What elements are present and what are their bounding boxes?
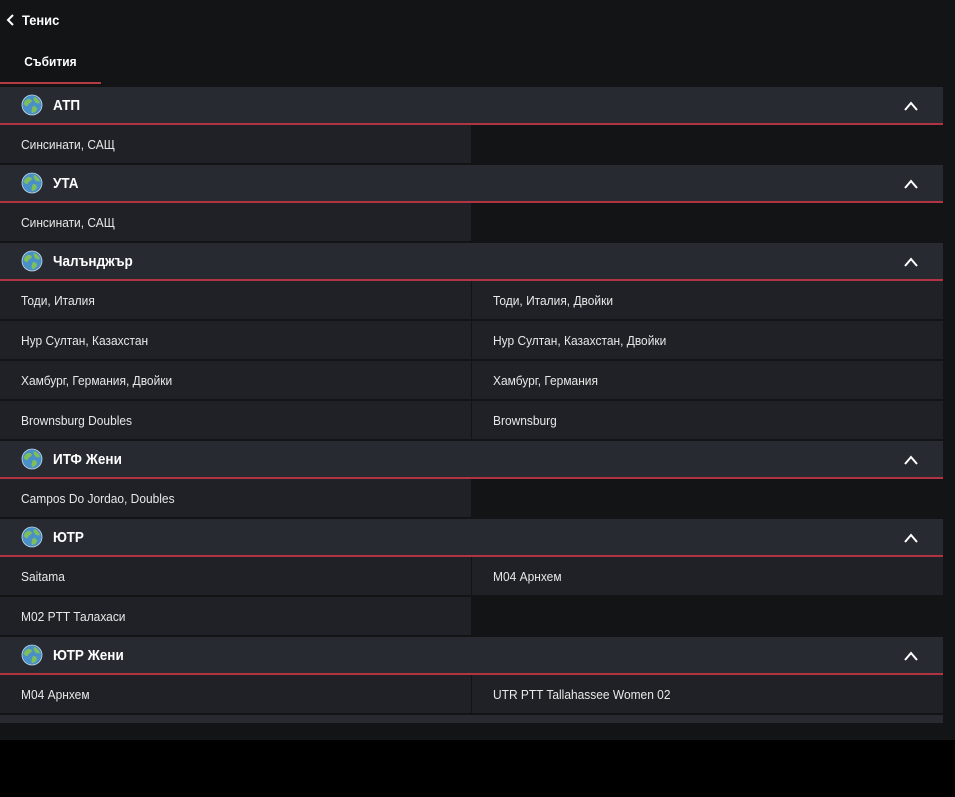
- chevron-up-icon[interactable]: [903, 649, 919, 661]
- event-link[interactable]: Brownsburg Doubles: [0, 401, 471, 441]
- event-label: UTR PTT Tallahassee Women 02: [493, 686, 671, 702]
- tab-label: Събития: [24, 53, 77, 69]
- event-label: M04 Арнхем: [21, 686, 90, 702]
- event-link[interactable]: M04 Арнхем: [0, 675, 471, 715]
- event-label: Brownsburg: [493, 412, 557, 428]
- tab-bar: Събития: [0, 40, 955, 84]
- globe-icon: [21, 644, 43, 666]
- empty-cell: [472, 479, 943, 519]
- event-label: M04 Арнхем: [493, 568, 562, 584]
- event-link[interactable]: Синсинати, САЩ: [0, 203, 471, 243]
- globe-icon: [21, 526, 43, 548]
- event-link[interactable]: Синсинати, САЩ: [0, 125, 471, 165]
- globe-icon: [21, 448, 43, 470]
- chevron-up-icon[interactable]: [903, 177, 919, 189]
- section-rows: M04 Арнхем UTR PTT Tallahassee Women 02: [0, 675, 943, 715]
- event-label: Хамбург, Германия, Двойки: [21, 372, 173, 388]
- event-label: Campos Do Jordao, Doubles: [21, 490, 175, 506]
- section-rows: Campos Do Jordao, Doubles: [0, 479, 943, 519]
- event-label: Тоди, Италия, Двойки: [493, 292, 614, 308]
- event-link[interactable]: Brownsburg: [472, 401, 943, 441]
- section-title: ЮТР: [53, 528, 84, 546]
- globe-icon: [21, 172, 43, 194]
- event-label: Тоди, Италия: [21, 292, 95, 308]
- event-link[interactable]: M04 Арнхем: [472, 557, 943, 597]
- top-bar: Тенис: [0, 0, 955, 40]
- event-link[interactable]: UTR PTT Tallahassee Women 02: [472, 675, 943, 715]
- section-title: ИТФ Жени: [53, 450, 122, 468]
- globe-icon: [21, 250, 43, 272]
- event-label: Синсинати, САЩ: [21, 214, 115, 230]
- event-label: Нур Султан, Казахстан, Двойки: [493, 332, 667, 348]
- empty-cell: [472, 203, 943, 243]
- chevron-left-icon[interactable]: [4, 13, 18, 27]
- next-section-edge: [0, 715, 943, 723]
- section-rows: Синсинати, САЩ: [0, 203, 943, 243]
- event-label: Синсинати, САЩ: [21, 136, 115, 152]
- chevron-up-icon[interactable]: [903, 99, 919, 111]
- event-link[interactable]: Нур Султан, Казахстан: [0, 321, 471, 361]
- event-link[interactable]: M02 PTT Талахаси: [0, 597, 471, 637]
- section-header[interactable]: УТА: [0, 165, 943, 203]
- section-header[interactable]: АТП: [0, 87, 943, 125]
- chevron-up-icon[interactable]: [903, 453, 919, 465]
- event-label: Brownsburg Doubles: [21, 412, 133, 428]
- section-title: Чалънджър: [53, 252, 133, 270]
- empty-cell: [472, 125, 943, 165]
- empty-cell: [472, 597, 943, 637]
- event-link[interactable]: Тоди, Италия: [0, 281, 471, 321]
- section-header[interactable]: ИТФ Жени: [0, 441, 943, 479]
- app-window: Тенис Събития АТП Синсинати, САЩ УТА Синсин…: [0, 0, 955, 740]
- chevron-up-icon[interactable]: [903, 255, 919, 267]
- chevron-up-icon[interactable]: [903, 531, 919, 543]
- event-label: Saitama: [21, 568, 65, 584]
- sections-list: АТП Синсинати, САЩ УТА Синсинати, САЩ Чалънд…: [0, 87, 943, 723]
- globe-icon: [21, 94, 43, 116]
- event-label: Нур Султан, Казахстан: [21, 332, 149, 348]
- section-header[interactable]: Чалънджър: [0, 243, 943, 281]
- section-rows: Saitama M04 Арнхем M02 PTT Талахаси: [0, 557, 943, 637]
- section-title: ЮТР Жени: [53, 646, 124, 664]
- section-title: УТА: [53, 174, 79, 192]
- page-title: Тенис: [22, 12, 60, 28]
- event-link[interactable]: Хамбург, Германия, Двойки: [0, 361, 471, 401]
- event-label: Хамбург, Германия: [493, 372, 598, 388]
- section-title: АТП: [53, 96, 81, 114]
- event-link[interactable]: Нур Султан, Казахстан, Двойки: [472, 321, 943, 361]
- section-header[interactable]: ЮТР: [0, 519, 943, 557]
- tab-events[interactable]: Събития: [0, 40, 101, 84]
- event-link[interactable]: Тоди, Италия, Двойки: [472, 281, 943, 321]
- section-rows: Тоди, Италия Тоди, Италия, Двойки Нур Султ…: [0, 281, 943, 441]
- event-link[interactable]: Campos Do Jordao, Doubles: [0, 479, 471, 519]
- event-link[interactable]: Хамбург, Германия: [472, 361, 943, 401]
- event-label: M02 PTT Талахаси: [21, 608, 126, 624]
- section-rows: Синсинати, САЩ: [0, 125, 943, 165]
- section-header[interactable]: ЮТР Жени: [0, 637, 943, 675]
- event-link[interactable]: Saitama: [0, 557, 471, 597]
